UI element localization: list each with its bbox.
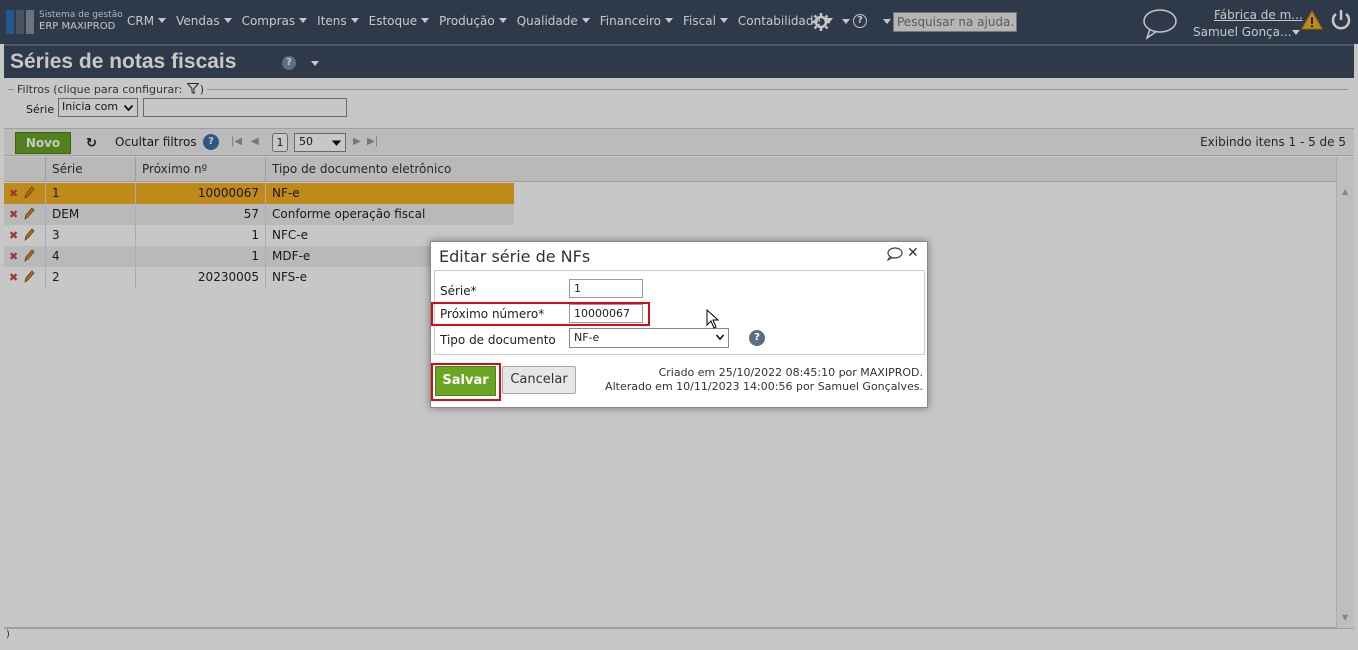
chevron-down-icon: [716, 334, 724, 341]
close-icon[interactable]: ✕: [907, 245, 919, 261]
edit-series-dialog: Editar série de NFs ✕ Série* 1 Próximo n…: [430, 241, 928, 408]
created-info: Criado em 25/10/2022 08:45:10 por MAXIPR…: [658, 366, 923, 379]
chat-icon[interactable]: [885, 247, 903, 261]
serie-field-label: Série*: [440, 284, 477, 298]
tipo-documento-select[interactable]: NF-e: [569, 328, 729, 348]
modified-info: Alterado em 10/11/2023 14:00:56 por Samu…: [605, 380, 923, 393]
tipo-field-label: Tipo de documento: [440, 333, 556, 347]
highlight-box-save: [431, 363, 501, 401]
tipo-help-icon[interactable]: ?: [749, 330, 765, 346]
audit-info: Criado em 25/10/2022 08:45:10 por MAXIPR…: [605, 366, 923, 394]
serie-field[interactable]: 1: [569, 279, 643, 298]
cancel-button[interactable]: Cancelar: [502, 366, 576, 394]
app-root: Sistema de gestão ERP MAXIPROD CRM Vendas…: [0, 0, 1358, 650]
tipo-documento-value: NF-e: [574, 331, 600, 344]
dialog-title: Editar série de NFs: [439, 247, 591, 266]
highlight-box-proximo: [431, 302, 650, 326]
mouse-cursor-icon: [706, 309, 720, 329]
